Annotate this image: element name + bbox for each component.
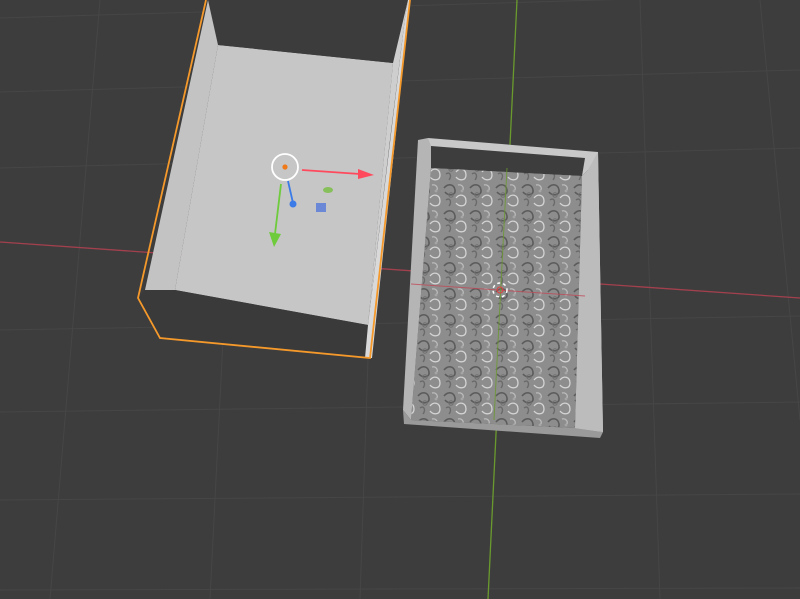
3d-viewport[interactable] [0,0,800,599]
selected-box-object[interactable] [137,0,411,359]
viewport-canvas[interactable] [0,0,800,599]
textured-box-object[interactable] [403,138,603,438]
x-axis-line [0,241,800,299]
gizmo-plane-handle-green-icon[interactable] [323,187,333,193]
origin-dot [282,164,288,170]
gizmo-plane-handle-icon[interactable] [316,203,326,212]
gizmo-z-handle-icon[interactable] [289,200,297,208]
